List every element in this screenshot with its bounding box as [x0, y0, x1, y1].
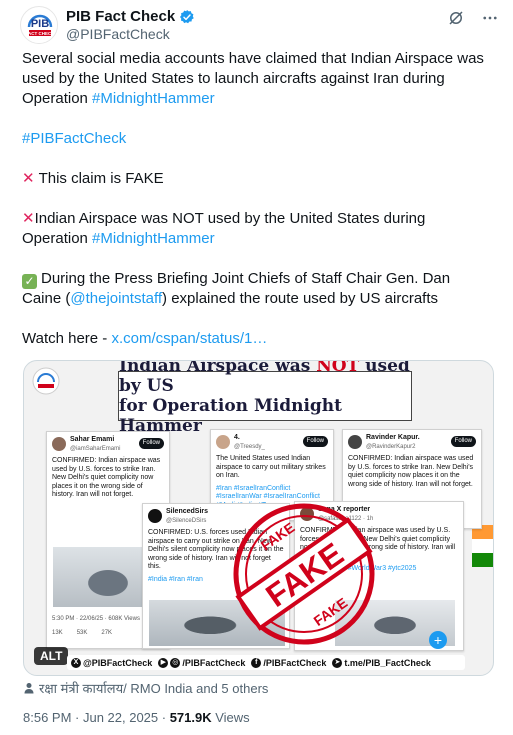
tagged-people[interactable]: रक्षा मंत्री कार्यालय/ RMO India and 5 o…	[23, 679, 268, 697]
india-flag-icon	[472, 525, 493, 567]
name-row: PIB Fact Check	[66, 8, 195, 25]
tweet-paragraph-2: #PIBFactCheck	[22, 129, 492, 149]
fake-claim-text: This claim is FAKE	[38, 170, 164, 187]
card-body: The United States used Indian airspace t…	[216, 455, 326, 479]
verified-badge-icon	[180, 9, 194, 23]
card-follow: Follow	[450, 436, 476, 447]
views-label: Views	[211, 710, 250, 725]
instagram-icon: ◎	[170, 657, 181, 668]
briefing-tail: ) explained the route used by US aircraf…	[162, 290, 439, 307]
card-avatar	[216, 435, 230, 449]
pib-logo-icon	[32, 367, 60, 395]
header-actions	[446, 8, 500, 28]
tweet-paragraph-1: Several social media accounts have claim…	[22, 49, 492, 109]
mention-link[interactable]: @thejointstaff	[70, 290, 162, 307]
footer-tg: ➤ t.me/PIB_FactCheck	[332, 657, 431, 668]
hashtag-link[interactable]: #PIBFactCheck	[22, 130, 126, 147]
footer-fb: f/PIBFactCheck	[251, 657, 326, 668]
tweet-paragraph-5: ✓ During the Press Briefing Joint Chiefs …	[22, 269, 492, 309]
more-options-icon[interactable]	[480, 8, 500, 28]
image-banner: Indian Airspace was NOT used by US for O…	[118, 361, 412, 436]
footer-ig: ▶ ◎/PIBFactCheck	[158, 657, 245, 668]
pib-logo-icon: PIB FACT CHECK	[22, 8, 57, 43]
tweet-paragraph-6: Watch here - x.com/cspan/status/1…	[22, 329, 492, 349]
avatar-subtext: FACT CHECK	[26, 31, 56, 36]
tagged-people-text: रक्षा मंत्री कार्यालय/ RMO India and 5 o…	[39, 681, 269, 696]
x-logo-icon: X	[71, 657, 81, 668]
card-stat-1: 13K	[52, 630, 63, 636]
tweet-header: PIB FACT CHECK PIB Fact Check @PIBFactCh…	[20, 4, 500, 48]
watch-link[interactable]: x.com/cspan/status/1…	[111, 330, 267, 347]
card-body: CONFIRMED: Indian airspace was used by U…	[348, 455, 474, 488]
card-avatar	[148, 509, 162, 523]
card-time: 5:30 PM · 22/06/25 · 608K Views	[52, 616, 140, 622]
not-used-text: Indian Airspace was NOT used by the Unit…	[22, 210, 426, 247]
svg-text:FAKE: FAKE	[311, 594, 351, 629]
hashtag-link[interactable]: #MidnightHammer	[92, 90, 215, 107]
avatar-text: PIB	[31, 18, 49, 30]
svg-text:FAKE: FAKE	[258, 519, 298, 554]
check-mark-icon: ✓	[22, 274, 37, 289]
facebook-icon: f	[251, 657, 262, 668]
hashtag-link[interactable]: #MidnightHammer	[92, 230, 215, 247]
footer-x: X @PIBFactCheck	[71, 657, 152, 668]
telegram-icon: ➤	[332, 657, 343, 668]
display-name[interactable]: PIB Fact Check	[66, 8, 175, 25]
cross-mark-icon: ✕	[22, 210, 35, 227]
card-follow: Follow	[302, 436, 328, 447]
tweet-paragraph-4: ✕Indian Airspace was NOT used by the Uni…	[22, 209, 492, 249]
media-composite: Indian Airspace was NOT used by US for O…	[24, 361, 493, 675]
person-icon	[24, 683, 34, 694]
youtube-icon: ▶	[158, 657, 169, 668]
alt-badge[interactable]: ALT	[34, 647, 69, 665]
cross-mark-icon: ✕	[22, 170, 35, 187]
handle[interactable]: @PIBFactCheck	[66, 26, 170, 42]
views-count: 571.9K	[169, 710, 212, 725]
card-body: CONFIRMED: Indian airspace was used by U…	[52, 457, 161, 498]
watch-label: Watch here -	[22, 330, 112, 347]
tweet-paragraph-3: ✕ This claim is FAKE	[22, 169, 492, 189]
media-image[interactable]: Indian Airspace was NOT used by US for O…	[23, 360, 494, 676]
tweet-meta: 8:56 PM · Jun 22, 2025 · 571.9K Views	[23, 710, 250, 725]
image-footer-strip: X @PIBFactCheck ▶ ◎/PIBFactCheck f/PIBFact…	[67, 655, 465, 670]
card-follow: Follow	[138, 438, 164, 449]
fake-stamp-icon: FAKE FAKE FAKE	[233, 503, 375, 645]
avatar[interactable]: PIB FACT CHECK	[20, 6, 58, 44]
card-stat-2: 53K	[76, 630, 88, 636]
tweet-body: Several social media accounts have claim…	[22, 49, 492, 369]
timestamp[interactable]: 8:56 PM · Jun 22, 2025 ·	[23, 710, 170, 725]
banner-line-1: Indian Airspace was NOT used by US	[119, 360, 410, 396]
plus-icon: +	[429, 631, 447, 649]
card-avatar	[52, 437, 66, 451]
grok-icon[interactable]	[446, 8, 466, 28]
card-avatar	[348, 435, 362, 449]
card-stat-3: 27K	[101, 630, 113, 636]
